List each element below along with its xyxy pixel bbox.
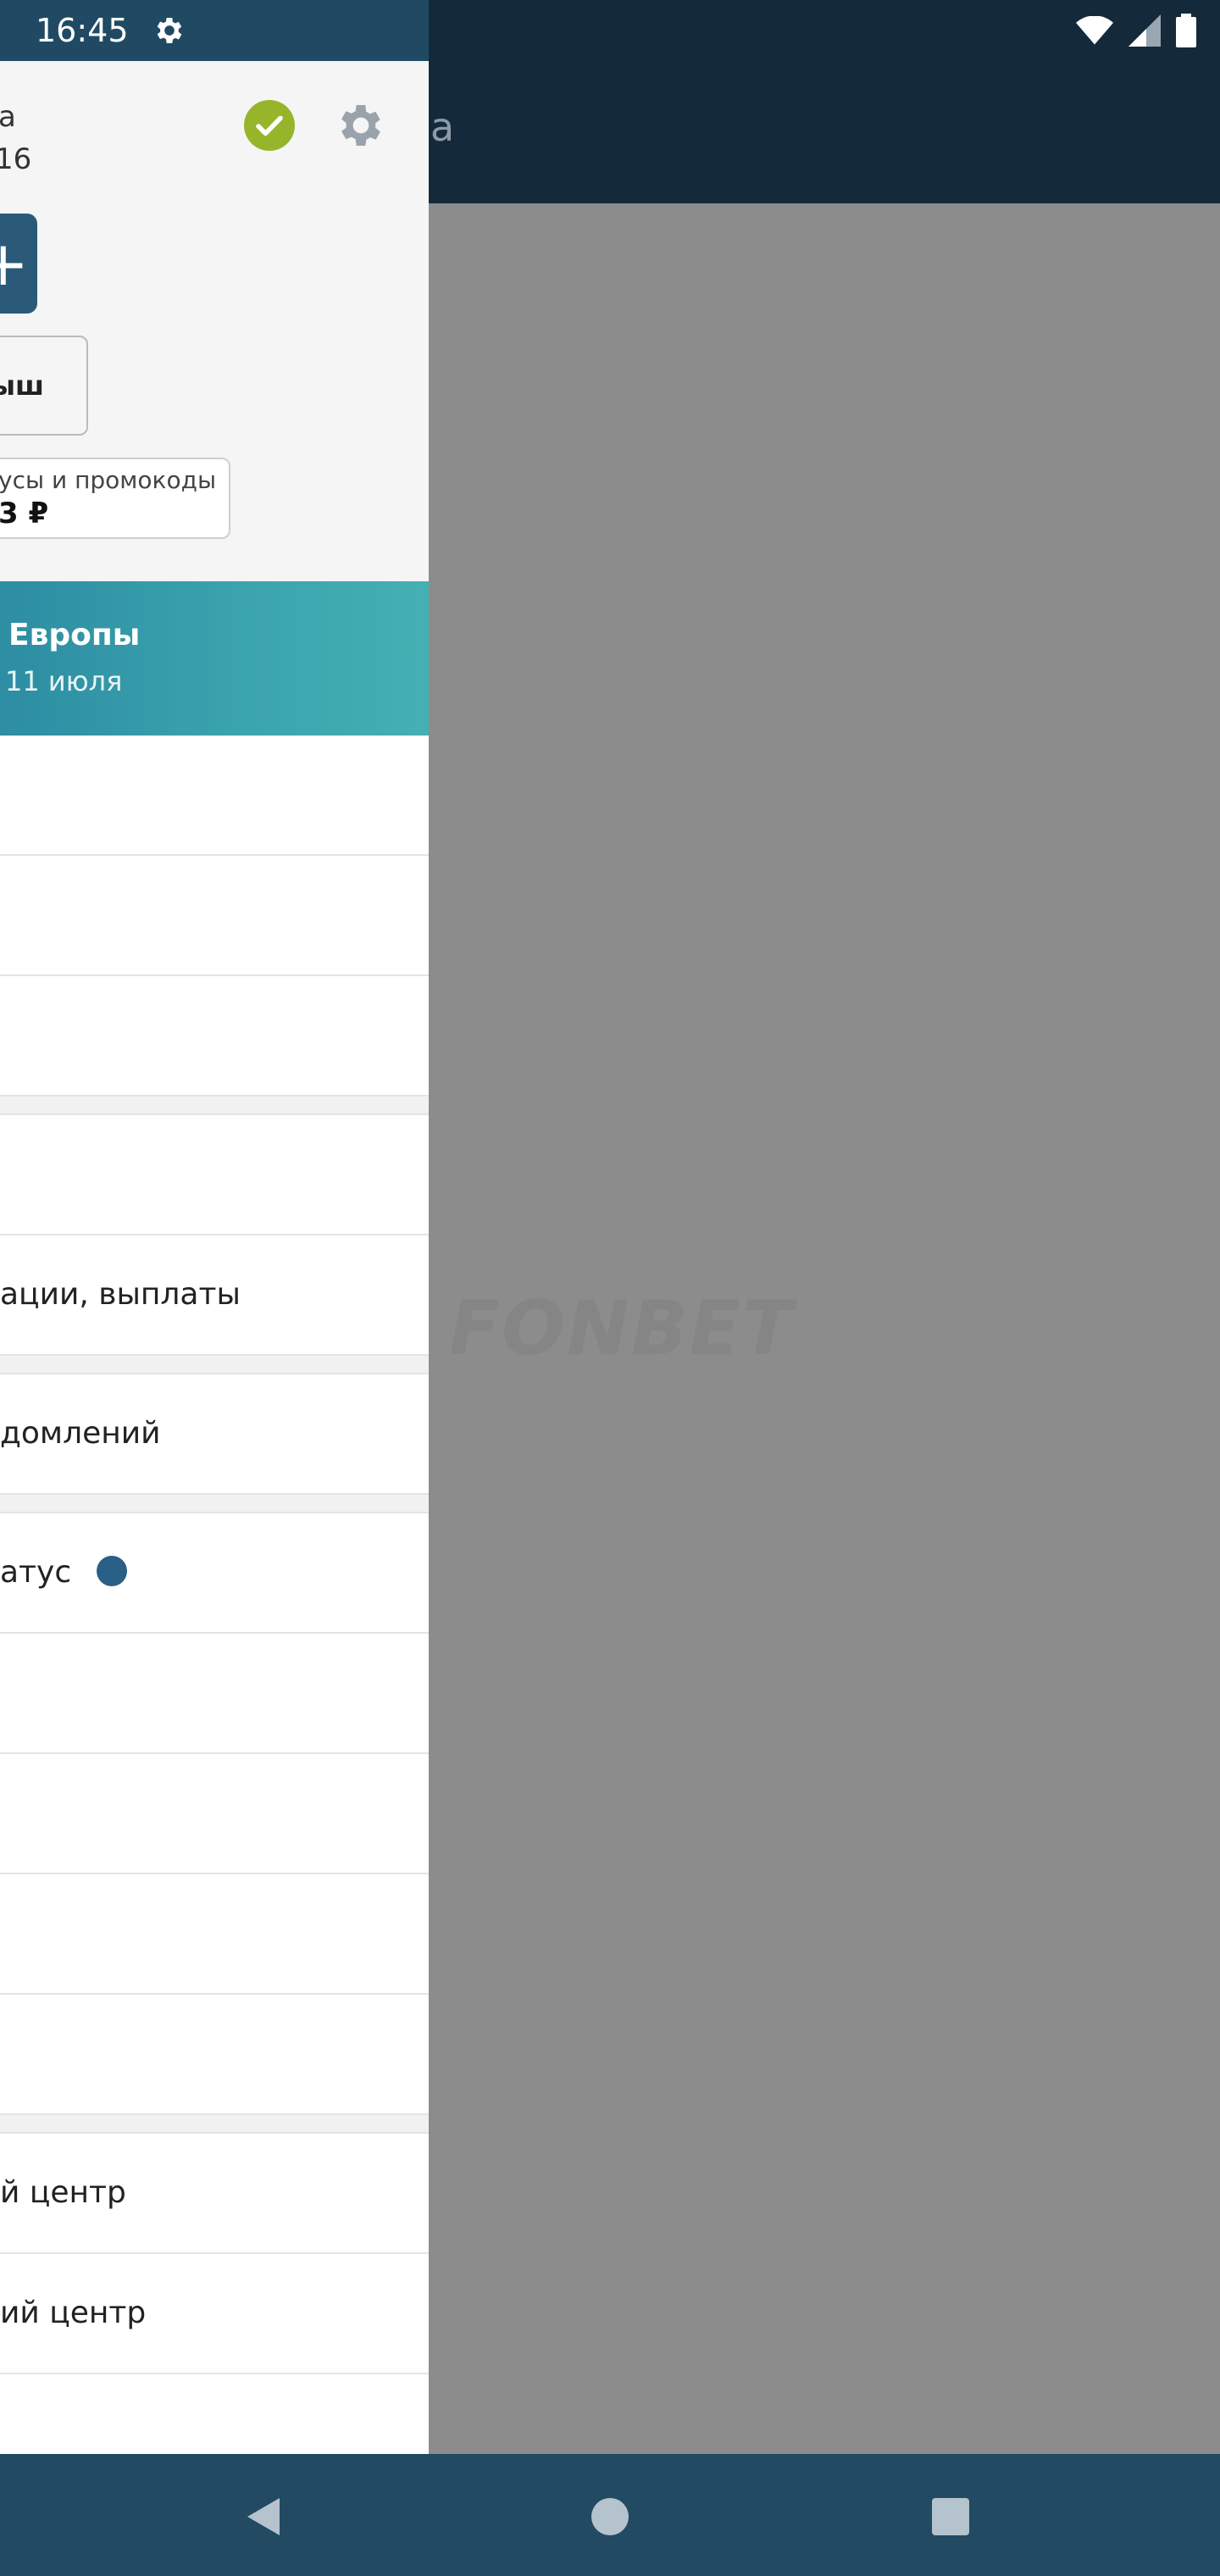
drawer-menu: ации, выплаты домлений атус й центр ий ц…	[0, 736, 429, 2454]
menu-item-notifications[interactable]: домлений	[0, 1374, 429, 1495]
navigation-drawer: а 16 + ыш усы и промокоды 3 ₽ Европы 11 …	[0, 61, 429, 2454]
menu-divider	[0, 1495, 429, 1513]
cashout-label: ыш	[0, 369, 44, 402]
plus-icon: +	[0, 228, 29, 299]
menu-item[interactable]	[0, 1754, 429, 1874]
menu-item[interactable]	[0, 1115, 429, 1235]
menu-item-status-wrap: атус	[0, 1554, 128, 1591]
fonbet-watermark: FONBET	[449, 1285, 795, 1372]
back-icon[interactable]	[239, 2491, 290, 2542]
menu-divider	[0, 1356, 429, 1374]
menu-item-label: ий центр	[0, 2296, 147, 2330]
status-time: 16:45	[36, 12, 129, 49]
menu-item[interactable]	[0, 1874, 429, 1995]
cashout-button[interactable]: ыш	[0, 336, 88, 436]
promo-banner[interactable]: Европы 11 июля	[0, 581, 429, 736]
menu-item-label: атус	[0, 1555, 72, 1590]
status-icons	[1076, 12, 1196, 49]
menu-item[interactable]	[0, 1634, 429, 1754]
signal-icon	[1128, 14, 1161, 47]
profile-name: а	[0, 100, 16, 134]
menu-item-status[interactable]: атус	[0, 1513, 429, 1634]
menu-item[interactable]	[0, 1995, 429, 2115]
menu-item[interactable]	[0, 856, 429, 976]
recents-icon[interactable]	[925, 2491, 976, 2542]
bonus-promo-card[interactable]: усы и промокоды 3 ₽	[0, 458, 230, 539]
deposit-plus-button[interactable]: +	[0, 214, 37, 314]
menu-item-label: домлений	[0, 1416, 161, 1451]
status-bar: 16:45	[0, 0, 1220, 61]
bonus-label: усы и промокоды	[0, 466, 217, 494]
menu-item-operations-payouts[interactable]: ации, выплаты	[0, 1235, 429, 1356]
profile-section: а 16 + ыш усы и промокоды 3 ₽	[0, 61, 429, 581]
status-bar-drawer-part: 16:45	[0, 0, 429, 61]
drawer-scrim[interactable]: FONBET	[429, 203, 1220, 2454]
verified-check-icon	[244, 100, 295, 151]
status-dot-icon	[97, 1556, 128, 1586]
home-icon[interactable]	[585, 2491, 635, 2542]
promo-date: 11 июля	[5, 665, 123, 697]
menu-item-label: й центр	[0, 2175, 126, 2210]
system-nav-bar	[0, 2454, 1220, 2576]
gear-icon	[157, 18, 182, 43]
menu-divider	[0, 1096, 429, 1115]
menu-item[interactable]	[0, 736, 429, 856]
menu-item[interactable]	[0, 976, 429, 1096]
header-title: а	[430, 104, 455, 150]
menu-divider	[0, 2115, 429, 2134]
wifi-icon	[1076, 16, 1113, 45]
menu-item-center-2[interactable]: ий центр	[0, 2254, 429, 2374]
menu-item[interactable]	[0, 2374, 429, 2454]
menu-item-center[interactable]: й центр	[0, 2134, 429, 2254]
menu-item-label: ации, выплаты	[0, 1277, 241, 1312]
bonus-amount: 3 ₽	[0, 497, 49, 530]
battery-icon	[1176, 14, 1196, 47]
profile-id: 16	[0, 142, 32, 176]
promo-title: Европы	[8, 618, 141, 652]
settings-gear-icon[interactable]	[334, 98, 388, 153]
